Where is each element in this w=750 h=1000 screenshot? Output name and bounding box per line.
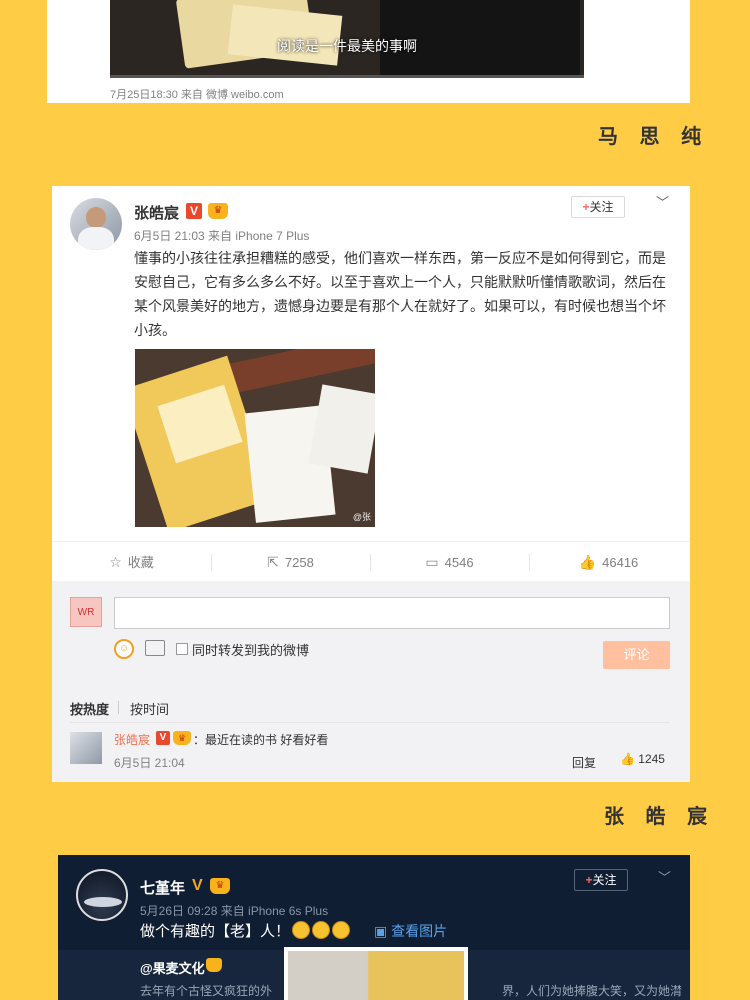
author-name[interactable]: 张皓宸 — [134, 202, 179, 223]
chevron-down-icon[interactable]: ﹀ — [656, 192, 669, 211]
post-text: 做个有趣的【老】人！ — [140, 920, 351, 941]
sort-by-hot-tab[interactable]: 按热度 — [70, 699, 109, 718]
view-images-link[interactable]: ▣ 查看图片 — [374, 921, 447, 941]
emoji-icon[interactable]: ☺ — [114, 639, 134, 659]
weibo-card-top: 阅读是一件最美的事啊 7月25日18:30 来自 微博 weibo.com — [47, 0, 690, 103]
repost-thumbnail[interactable] — [284, 947, 468, 1000]
comment-section: WR ☺ 同时转发到我的微博 评论 按热度 按时间 张皓宸 V ♛ ：最近在读的… — [52, 581, 690, 782]
weibo-card-dark: 七堇年 V ♛ 5月26日 09:28 来自 iPhone 6s Plus +关… — [58, 855, 690, 1000]
reply-button[interactable]: 回复 — [572, 754, 596, 771]
follow-button[interactable]: +关注 — [571, 196, 625, 218]
post-time[interactable]: 5月26日 09:28 来自 iPhone 6s Plus — [140, 902, 328, 919]
comment-text: ：最近在读的书 好看好看 — [193, 733, 329, 747]
vip-crown-icon: ♛ — [208, 203, 228, 219]
comment-input[interactable] — [114, 597, 670, 629]
author-avatar[interactable] — [70, 198, 122, 250]
video-subtitle: 阅读是一件最美的事啊 — [277, 38, 417, 54]
repost-button[interactable]: ⇱ 7258 — [211, 542, 370, 582]
post-time[interactable]: 6月5日 21:03 来自 iPhone 7 Plus — [134, 227, 309, 244]
image-upload-icon[interactable] — [145, 640, 165, 656]
repost-checkbox[interactable] — [176, 643, 188, 655]
follow-button[interactable]: +关注 — [574, 869, 628, 891]
vip-crown-icon: ♛ — [173, 731, 191, 745]
emoji-icon — [312, 921, 331, 939]
emoji-icon — [332, 921, 351, 939]
section-title-1: 马 思 纯 — [598, 126, 710, 148]
star-icon: ☆ — [109, 554, 122, 570]
verified-badge-icon: V — [156, 731, 170, 745]
section-title-2: 张 皓 宸 — [604, 806, 716, 828]
verified-badge-icon: V — [186, 203, 202, 219]
emoji-icon — [292, 921, 311, 939]
like-icon: 👍 — [578, 554, 597, 570]
repost-checkbox-label[interactable]: 同时转发到我的微博 — [192, 640, 309, 659]
commenter-name[interactable]: 张皓宸 — [114, 731, 150, 748]
post-text: 懂事的小孩往往承担糟糕的感受，他们喜欢一样东西，第一反应不是如何得到它，而是安慰… — [134, 250, 666, 338]
video-progress-bar[interactable] — [110, 75, 584, 78]
verified-badge-icon: V — [192, 877, 203, 894]
weibo-card: 张皓宸 V ♛ 6月5日 21:03 来自 iPhone 7 Plus +关注 … — [52, 186, 690, 782]
favorite-button[interactable]: ☆ 收藏 — [52, 542, 211, 582]
author-avatar[interactable] — [76, 869, 128, 921]
vip-crown-icon: ♛ — [210, 878, 230, 894]
vip-crown-icon — [206, 958, 222, 972]
video-player[interactable]: 阅读是一件最美的事啊 — [110, 0, 584, 78]
divider — [70, 722, 670, 723]
submit-comment-button[interactable]: 评论 — [603, 641, 670, 669]
sort-divider — [118, 701, 119, 714]
action-bar: ☆ 收藏 ⇱ 7258 ▭ 4546 👍 46416 — [52, 541, 690, 581]
sort-by-time-tab[interactable]: 按时间 — [130, 699, 169, 718]
repost-author[interactable]: @果麦文化 — [140, 958, 205, 977]
comment-time: 6月5日 21:04 — [114, 756, 185, 770]
image-watermark: @张 — [352, 512, 371, 522]
chevron-down-icon[interactable]: ﹀ — [658, 867, 671, 886]
like-icon: 👍 — [620, 752, 639, 766]
repost-icon: ⇱ — [267, 554, 279, 570]
commenter-avatar[interactable] — [70, 732, 102, 764]
comment-button[interactable]: ▭ 4546 — [370, 542, 529, 582]
comment-icon: ▭ — [425, 554, 439, 570]
post-image[interactable]: @张 — [135, 349, 375, 527]
post-meta: 7月25日18:30 来自 微博 weibo.com — [110, 89, 284, 101]
comment-like-button[interactable]: 👍 1245 — [620, 752, 665, 766]
author-name[interactable]: 七堇年 — [140, 877, 185, 898]
my-avatar[interactable]: WR — [70, 597, 102, 627]
image-icon: ▣ — [374, 923, 392, 939]
like-button[interactable]: 👍 46416 — [529, 542, 688, 582]
